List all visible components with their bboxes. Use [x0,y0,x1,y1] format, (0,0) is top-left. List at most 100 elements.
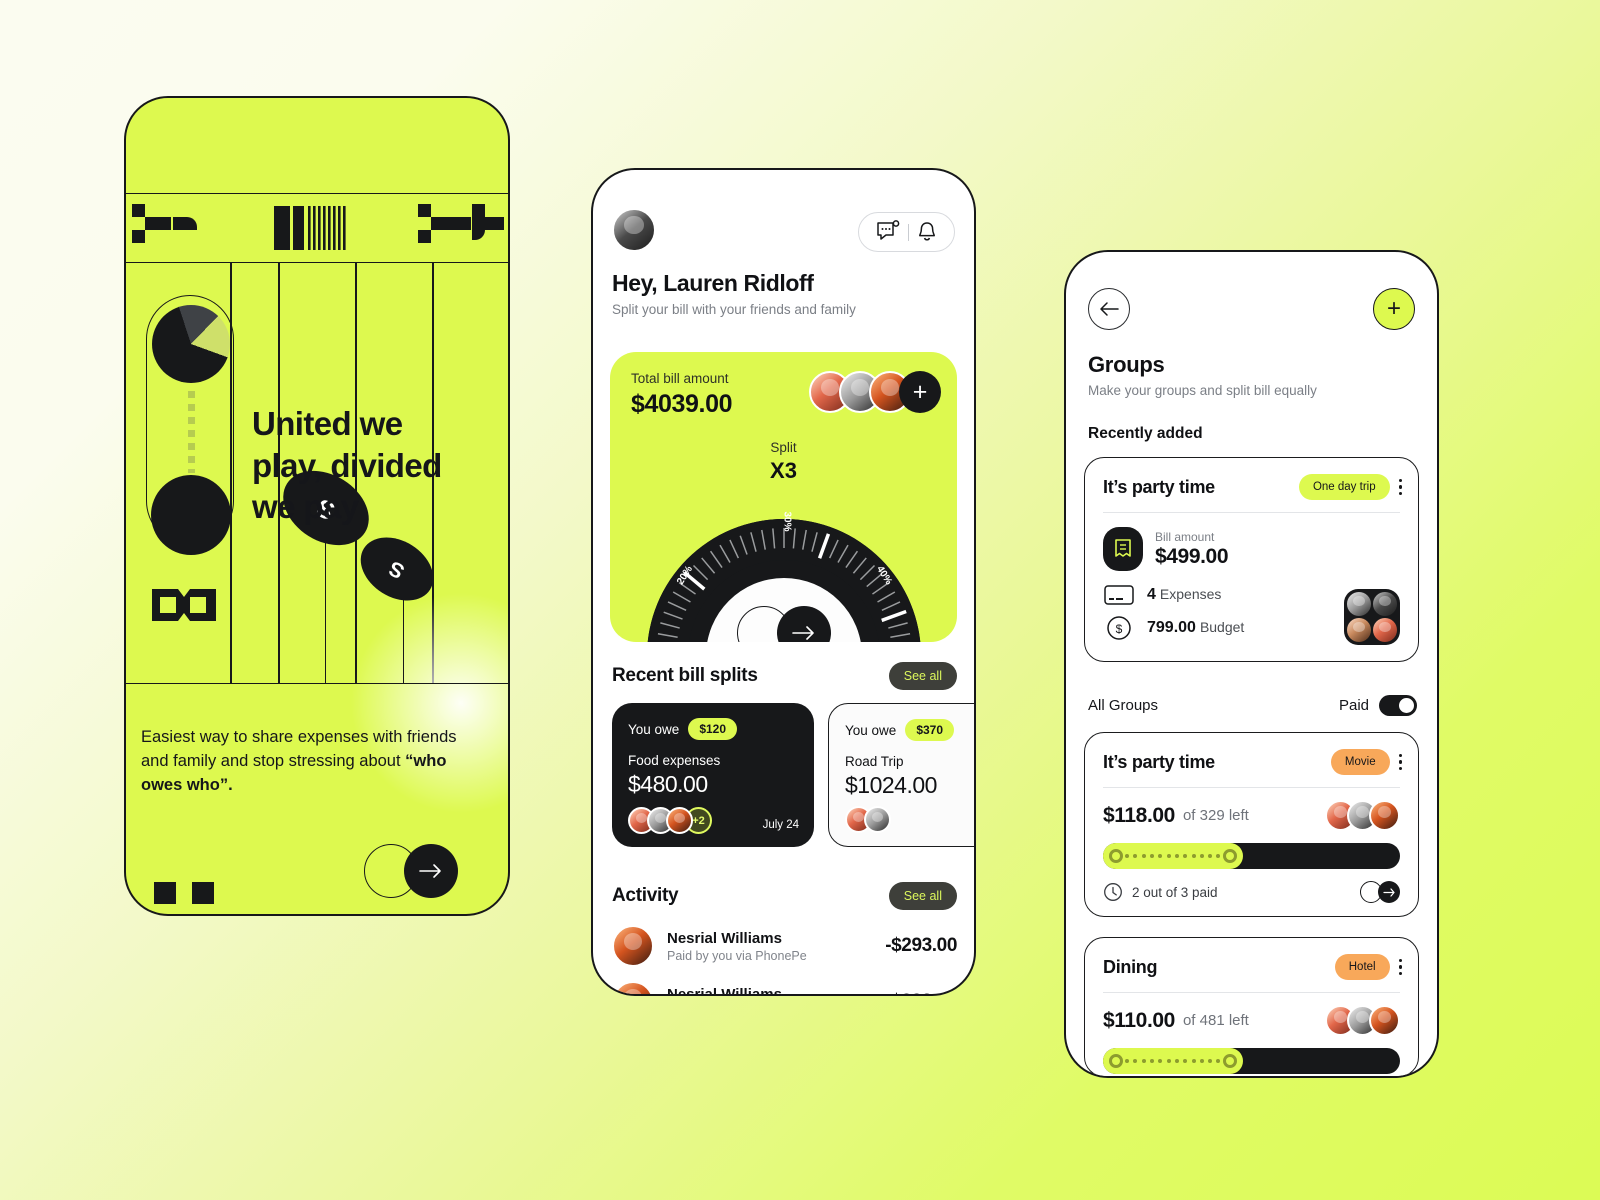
paid-toggle[interactable] [1379,695,1417,716]
page-subtitle: Split your bill with your friends and fa… [612,302,856,317]
onboarding-headline: United we play, divided we pay [252,405,442,526]
home-header [612,208,955,254]
arrow-right-icon [404,844,458,898]
budget-label: Budget [1199,619,1245,635]
list-item[interactable]: Nesrial Williams Paid by you via PhonePe… [612,918,957,974]
header-actions [858,212,955,252]
groups-phone: + Groups Make your groups and split bill… [1064,250,1439,1078]
member-avatar [1369,1005,1400,1036]
progress-knob-start[interactable] [1109,849,1123,863]
gauge-arrow-button[interactable] [736,606,831,642]
activity-meta: Paid by you via PhonePe [667,948,807,963]
more-options-icon[interactable] [1398,753,1402,771]
barcode-center-icon [274,206,346,250]
split-amount: $480.00 [628,771,708,797]
bill-amount-value: $499.00 [1155,544,1229,568]
pie-chart-icon [152,305,230,383]
group-name: It’s party time [1103,751,1215,772]
onboarding-footer: Easiest way to share expenses with frien… [126,683,508,914]
member-avatar [1373,618,1397,642]
recent-splits-see-all-button[interactable]: See all [888,662,957,690]
arrow-left-icon [1100,302,1119,316]
group-tag-badge: Movie [1330,749,1390,775]
bill-split-card[interactable]: You owe $120 Food expenses $480.00 +2 Ju… [612,703,814,847]
svg-text:$: $ [1116,622,1123,636]
decorative-band [126,193,508,263]
header-divider [908,223,909,241]
dollar-icon: $ [1107,616,1131,640]
more-options-icon[interactable] [1398,958,1402,976]
activity-name: Nesrial Williams [667,985,782,996]
bill-participants: + [809,371,941,413]
featured-group-card[interactable]: It’s party time One day trip Bill amount… [1084,457,1419,662]
paid-filter-label: Paid [1338,697,1369,714]
barcode-left-icon [132,204,197,243]
all-groups-label: All Groups [1088,697,1159,714]
bill-amount-label: Bill amount [1155,529,1215,544]
split-gauge[interactable]: 10% 20% 30% 40% 50% [639,498,929,642]
split-title: Food expenses [628,753,721,768]
more-options-icon[interactable] [1398,478,1402,496]
dotted-connector [188,391,195,473]
activity-amount: -$293.00 [885,991,957,994]
avatar [612,981,654,994]
participant-avatar[interactable] [666,807,693,834]
progress-bar-fill [1103,1048,1243,1074]
list-item[interactable]: Nesrial Williams Paid by you via PhonePe… [612,974,957,996]
member-avatar [1369,800,1400,831]
onboarding-subtext: Easiest way to share expenses with frien… [141,726,481,798]
get-started-button[interactable] [364,844,458,898]
progress-knob-start[interactable] [1109,1054,1123,1068]
split-label: Split [770,440,797,455]
group-card-header: Dining Hotel [1085,938,1418,992]
progress-bar-track[interactable] [1103,843,1400,869]
arrow-right-icon [1378,881,1400,903]
split-title: Road Trip [845,754,904,769]
profile-avatar[interactable] [612,208,656,252]
coin-symbol-small: S [385,555,409,583]
dollar-coin-small-icon: S [349,524,445,614]
group-card[interactable]: It’s party time Movie $118.00 of 329 lef… [1084,732,1419,917]
activity-title: Activity [612,885,679,906]
group-card[interactable]: Dining Hotel $110.00 of 481 left [1084,937,1419,1076]
recent-splits-title: Recent bill splits [612,665,758,686]
group-open-button[interactable] [1360,881,1400,903]
infinity-icon [152,589,216,621]
group-members[interactable] [1325,800,1400,831]
recent-splits-header: Recent bill splits See all [612,662,957,690]
member-avatar [1373,592,1397,616]
footer-blocks-icon [154,882,214,904]
progress-bar-track[interactable] [1103,1048,1400,1074]
bill-split-card[interactable]: You owe $370 Road Trip $1024.00 [828,703,974,847]
card-icon [1104,585,1134,605]
owe-label: You owe [845,722,897,738]
group-amount-row: $118.00 of 329 left [1085,788,1418,831]
total-bill-amount: $4039.00 [631,390,733,418]
group-footer: 2 out of 3 paid [1085,869,1418,918]
budget-amount: 799.00 [1147,619,1196,636]
bell-icon[interactable] [916,220,938,244]
group-tag-badge: Hotel [1334,954,1390,980]
recent-splits-list: You owe $120 Food expenses $480.00 +2 Ju… [612,703,974,847]
add-group-button[interactable]: + [1373,288,1415,330]
group-members[interactable] [1325,1005,1400,1036]
avatar [612,925,654,967]
participant-avatar[interactable] [864,806,891,833]
group-members-grid[interactable] [1344,589,1400,645]
split-participants: +2 [628,807,712,834]
activity-see-all-button[interactable]: See all [888,882,957,910]
split-participants [845,806,891,833]
add-participant-button[interactable]: + [899,371,941,413]
total-bill-card[interactable]: Total bill amount $4039.00 + Split X3 20… [610,352,957,642]
activity-header: Activity See all [612,882,957,910]
chat-bubble-icon[interactable] [875,220,901,244]
split-amount: $1024.00 [845,772,937,798]
group-card-header: It’s party time Movie [1085,733,1418,787]
groups-nav: + [1088,288,1415,330]
progress-knob-end[interactable] [1222,1054,1237,1068]
paid-status-text: 2 out of 3 paid [1132,884,1218,900]
group-amount-row: $110.00 of 481 left [1085,993,1418,1036]
progress-knob-end[interactable] [1222,849,1237,863]
activity-amount: -$293.00 [885,935,957,956]
back-button[interactable] [1088,288,1130,330]
